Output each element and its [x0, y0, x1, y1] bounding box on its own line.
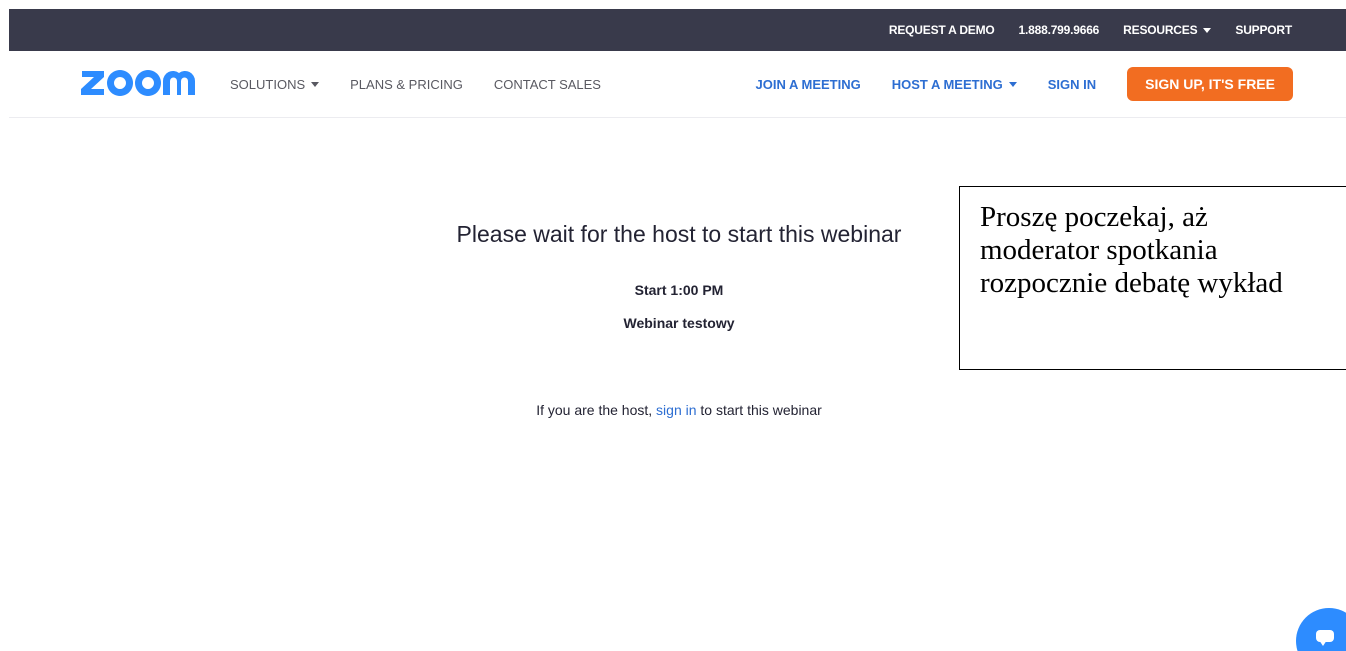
- annotation-textbox: Proszę poczekaj, aż moderator spotkania …: [959, 186, 1346, 370]
- resources-menu[interactable]: RESOURCES: [1123, 23, 1212, 37]
- chevron-down-icon: [1008, 81, 1017, 87]
- sign-up-button[interactable]: SIGN UP, IT'S FREE: [1127, 67, 1293, 101]
- solutions-label: SOLUTIONS: [230, 76, 306, 92]
- join-meeting-link[interactable]: JOIN A MEETING: [756, 77, 861, 92]
- nav-right-group: JOIN A MEETING HOST A MEETING SIGN IN SI…: [756, 51, 1293, 117]
- solutions-menu[interactable]: SOLUTIONS: [230, 76, 320, 92]
- plans-pricing-link[interactable]: PLANS & PRICING: [350, 77, 463, 92]
- chat-bubble-icon: [1316, 630, 1334, 646]
- chevron-down-icon: [1203, 27, 1212, 33]
- main-nav: SOLUTIONS PLANS & PRICING CONTACT SALES …: [9, 51, 1346, 118]
- page: REQUEST A DEMO 1.888.799.9666 RESOURCES …: [0, 0, 1346, 651]
- host-prompt-prefix: If you are the host,: [536, 402, 653, 418]
- chat-button[interactable]: [1296, 608, 1346, 651]
- support-link[interactable]: SUPPORT: [1235, 23, 1292, 37]
- host-sign-in-link[interactable]: sign in: [656, 402, 696, 418]
- host-meeting-menu[interactable]: HOST A MEETING: [892, 77, 1017, 92]
- sign-in-link[interactable]: SIGN IN: [1048, 77, 1096, 92]
- nav-left-group: SOLUTIONS PLANS & PRICING CONTACT SALES: [230, 51, 601, 117]
- chevron-down-icon: [311, 81, 320, 87]
- top-utility-bar: REQUEST A DEMO 1.888.799.9666 RESOURCES …: [9, 9, 1346, 51]
- host-sign-in-prompt: If you are the host, sign in to start th…: [0, 402, 1346, 418]
- host-meeting-label: HOST A MEETING: [891, 76, 1003, 92]
- request-demo-link[interactable]: REQUEST A DEMO: [889, 23, 995, 37]
- host-prompt-suffix: to start this webinar: [700, 402, 822, 418]
- resources-label: RESOURCES: [1123, 23, 1198, 37]
- zoom-logo[interactable]: [80, 65, 196, 101]
- phone-number-link[interactable]: 1.888.799.9666: [1019, 23, 1100, 37]
- contact-sales-link[interactable]: CONTACT SALES: [494, 77, 601, 92]
